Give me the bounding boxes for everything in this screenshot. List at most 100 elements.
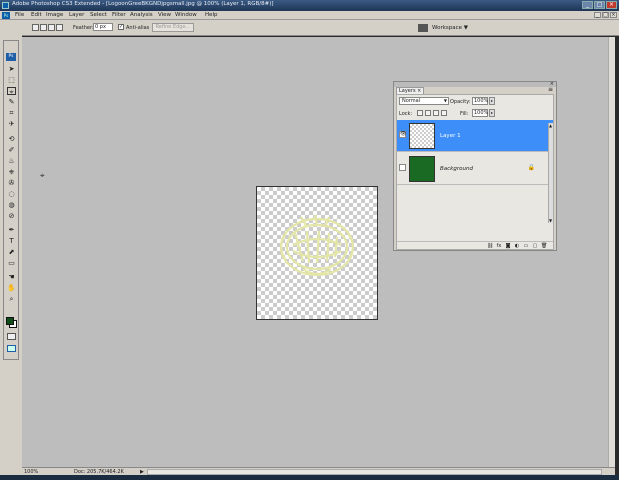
- clone-stamp-tool-icon[interactable]: ♨: [7, 157, 16, 165]
- layer-thumbnail: [409, 123, 435, 149]
- zoom-tool-icon[interactable]: ⌕: [7, 295, 16, 303]
- adjustment-layer-icon[interactable]: ◐: [514, 243, 520, 249]
- shape-tool-icon[interactable]: ▭: [7, 259, 16, 267]
- window-titlebar: Adobe Photoshop CS3 Extended - [LogoonGr…: [0, 0, 619, 11]
- lock-label: Lock:: [399, 111, 413, 117]
- fill-slider-arrow[interactable]: ▸: [489, 109, 495, 117]
- menu-window[interactable]: Window: [175, 12, 197, 18]
- foreground-color-swatch[interactable]: [6, 317, 14, 325]
- layer-name[interactable]: Background: [440, 166, 473, 172]
- menu-layer[interactable]: Layer: [69, 12, 84, 18]
- eraser-tool-icon[interactable]: ✇: [7, 179, 16, 187]
- workspace-menu[interactable]: Workspace ▼: [432, 23, 472, 33]
- tool-options-bar: ⌒ Feather: 0 px ✓ Anti-alias Refine Edge…: [0, 20, 619, 36]
- doc-close-button[interactable]: ×: [610, 12, 617, 18]
- lock-all-icon[interactable]: [441, 110, 447, 116]
- layer-row-background[interactable]: Background 🔒: [397, 153, 553, 185]
- menu-filter[interactable]: Filter: [112, 12, 126, 18]
- layers-panel-footer: ⛓ fx ◙ ◐ ▭ ▢ 🗑: [397, 241, 553, 250]
- status-bar: 100% Doc: 205.7K/464.2K ▶: [22, 467, 615, 475]
- slice-tool-icon[interactable]: ✈: [7, 120, 16, 128]
- refine-edge-button[interactable]: Refine Edge...: [152, 23, 194, 32]
- workspace-icon[interactable]: [418, 24, 428, 32]
- blur-tool-icon[interactable]: ◍: [7, 201, 16, 209]
- delete-layer-icon[interactable]: 🗑: [541, 243, 547, 249]
- ps-badge: Ps: [6, 53, 16, 61]
- lasso-tool-icon[interactable]: ⌖: [7, 87, 16, 96]
- logo-artwork: [279, 214, 355, 277]
- add-selection-icon[interactable]: [40, 24, 47, 31]
- opacity-input[interactable]: 100%: [472, 97, 488, 105]
- ps-menu-icon[interactable]: Ps: [2, 12, 10, 19]
- path-selection-tool-icon[interactable]: ⬈: [7, 248, 16, 256]
- minimize-button[interactable]: _: [582, 1, 593, 9]
- selection-mode-buttons: [32, 24, 63, 31]
- layer-style-icon[interactable]: fx: [496, 243, 502, 249]
- window-controls: _ □ ×: [582, 1, 617, 9]
- layers-panel: × Layers × ≡ Normal ▼ Opacity: 100% ▸ Lo…: [393, 81, 557, 251]
- chevron-down-icon: ▼: [443, 98, 447, 103]
- footer-buttons: ⛓ fx ◙ ◐ ▭ ▢ 🗑: [487, 243, 547, 249]
- gradient-tool-icon[interactable]: ◌: [7, 190, 16, 198]
- fill-input[interactable]: 100%: [472, 109, 488, 117]
- doc-restore-button[interactable]: □: [602, 12, 609, 18]
- healing-brush-tool-icon[interactable]: ⟲: [7, 135, 16, 143]
- new-selection-icon[interactable]: [32, 24, 39, 31]
- menu-file[interactable]: File: [15, 12, 24, 18]
- menu-image[interactable]: Image: [46, 12, 63, 18]
- pen-tool-icon[interactable]: ✒: [7, 226, 16, 234]
- screen-mode-icon[interactable]: [7, 345, 16, 352]
- new-group-icon[interactable]: ▭: [523, 243, 529, 249]
- menu-edit[interactable]: Edit: [31, 12, 42, 18]
- layers-scrollbar[interactable]: [548, 123, 553, 223]
- menu-analysis[interactable]: Analysis: [130, 12, 153, 18]
- layer-name[interactable]: Layer 1: [440, 133, 461, 139]
- visibility-eye-icon[interactable]: 👁: [399, 131, 406, 138]
- visibility-eye-icon[interactable]: [399, 164, 406, 171]
- lock-position-icon[interactable]: [433, 110, 439, 116]
- document-canvas[interactable]: [256, 186, 378, 320]
- blend-mode-select[interactable]: Normal ▼: [399, 97, 449, 105]
- menu-bar: Ps File Edit Image Layer Select Filter A…: [0, 11, 619, 20]
- antialias-checkbox[interactable]: ✓: [118, 24, 124, 30]
- hand-tool-icon[interactable]: ✋: [7, 284, 16, 292]
- close-button[interactable]: ×: [606, 1, 617, 9]
- workspace-vertical-scrollbar[interactable]: [608, 37, 615, 467]
- menu-select[interactable]: Select: [90, 12, 107, 18]
- document-window-controls: _ □ ×: [594, 12, 617, 18]
- type-tool-icon[interactable]: T: [7, 237, 16, 245]
- history-brush-tool-icon[interactable]: ⎈: [7, 168, 16, 176]
- doc-minimize-button[interactable]: _: [594, 12, 601, 18]
- new-layer-icon[interactable]: ▢: [532, 243, 538, 249]
- layers-panel-body: Normal ▼ Opacity: 100% ▸ Lock: Fill: 100…: [396, 94, 554, 250]
- lasso-cursor-icon: ⌖: [40, 171, 45, 180]
- tab-layers[interactable]: Layers ×: [396, 87, 424, 94]
- brush-tool-icon[interactable]: ✐: [7, 146, 16, 154]
- scroll-up-icon[interactable]: ▲: [548, 123, 553, 128]
- feather-input[interactable]: 0 px: [93, 23, 113, 31]
- scroll-down-icon[interactable]: ▼: [548, 218, 553, 223]
- dodge-tool-icon[interactable]: ⊘: [7, 212, 16, 220]
- subtract-selection-icon[interactable]: [48, 24, 55, 31]
- photoshop-app-icon: [2, 2, 9, 9]
- magic-wand-tool-icon[interactable]: ✎: [7, 98, 16, 106]
- crop-tool-icon[interactable]: ⌗: [7, 109, 16, 117]
- lock-transparency-icon[interactable]: [417, 110, 423, 116]
- taskbar-edge: [0, 475, 619, 480]
- intersect-selection-icon[interactable]: [56, 24, 63, 31]
- notes-tool-icon[interactable]: ☚: [7, 273, 16, 281]
- menu-help[interactable]: Help: [205, 12, 218, 18]
- opacity-slider-arrow[interactable]: ▸: [489, 97, 495, 105]
- maximize-button[interactable]: □: [594, 1, 605, 9]
- quick-mask-icon[interactable]: [7, 333, 16, 340]
- fill-label: Fill:: [460, 111, 469, 117]
- layer-row-layer-1[interactable]: 👁 Layer 1: [397, 120, 553, 152]
- lock-pixels-icon[interactable]: [425, 110, 431, 116]
- move-tool-icon[interactable]: ➤: [7, 65, 16, 73]
- lock-icon: 🔒: [527, 164, 535, 171]
- layer-mask-icon[interactable]: ◙: [505, 243, 511, 249]
- menu-view[interactable]: View: [158, 12, 171, 18]
- marquee-tool-icon[interactable]: ⬚: [7, 76, 16, 84]
- link-layers-icon[interactable]: ⛓: [487, 243, 493, 249]
- panel-menu-icon[interactable]: ≡: [548, 87, 553, 93]
